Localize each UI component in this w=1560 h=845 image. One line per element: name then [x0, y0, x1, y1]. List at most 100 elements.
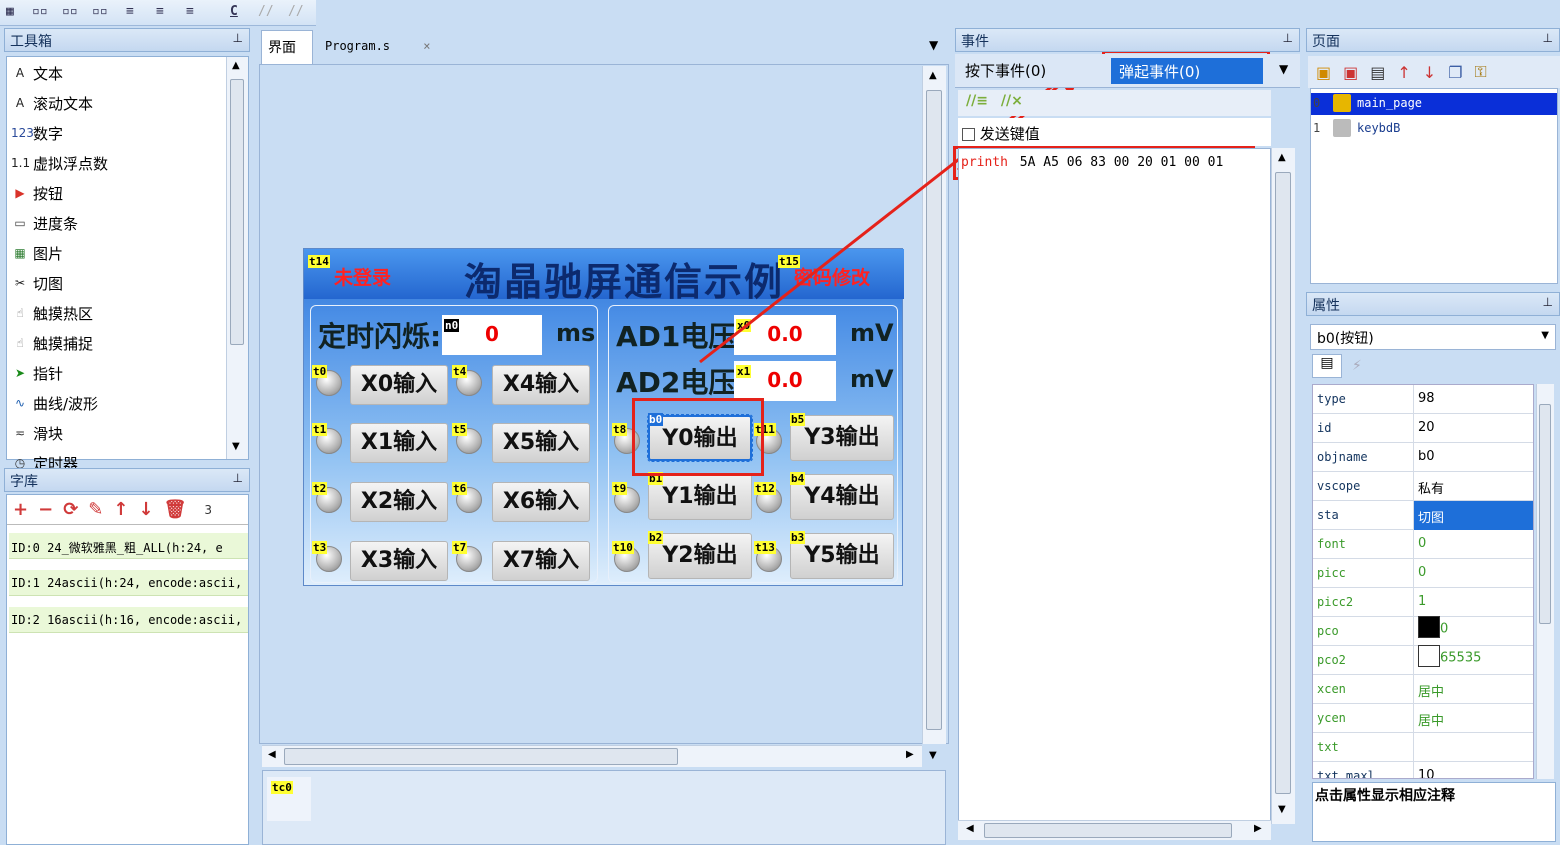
scroll-right-icon[interactable]: ▶ — [906, 749, 914, 760]
property-row-id[interactable]: id 20 — [1313, 414, 1533, 443]
font-row[interactable]: ID:1 24ascii(h:24, encode:ascii, — [9, 570, 248, 596]
align-center-icon[interactable]: ▫▫ — [62, 4, 78, 19]
toolbox-vscroll[interactable]: ▲ ▼ — [226, 57, 248, 459]
toolbox-item-10[interactable]: ➤ 指针 — [11, 359, 63, 387]
code-vscroll[interactable]: ▲ ▼ — [1271, 148, 1295, 824]
align-top-icon[interactable]: ≡ — [126, 4, 134, 19]
property-row-pco2[interactable]: pco2 65535 — [1313, 645, 1533, 675]
chevron-down-icon[interactable]: ▼ — [1541, 330, 1549, 341]
input-button-x5[interactable]: X5输入 — [492, 423, 590, 463]
canvas-hscroll[interactable]: ◀ ▶ — [262, 745, 922, 767]
add-page-icon[interactable]: ▣ — [1316, 63, 1331, 82]
tab-program[interactable]: Program.s × — [319, 30, 437, 64]
toolbox-item-9[interactable]: ☝ 触摸捕捉 — [11, 329, 93, 357]
align-left-icon[interactable]: ▫▫ — [32, 4, 48, 19]
tab-screen[interactable]: 界面 — [261, 30, 313, 64]
input-button-x3[interactable]: X3输入 — [350, 541, 448, 581]
add-icon[interactable]: + — [13, 499, 28, 520]
toolbox-item-6[interactable]: ▦ 图片 — [11, 239, 63, 267]
toolbox-item-5[interactable]: ▭ 进度条 — [11, 209, 78, 237]
scroll-down-icon[interactable]: ▼ — [1278, 804, 1286, 815]
toolbox-item-2[interactable]: 123 数字 — [11, 119, 63, 147]
move-up-icon[interactable]: ↑ — [1397, 63, 1410, 82]
uncomment-icon[interactable]: //× — [1001, 93, 1023, 109]
properties-events-icon[interactable]: ⚡ — [1352, 358, 1362, 374]
toolbox-item-8[interactable]: ☝ 触摸热区 — [11, 299, 93, 327]
remove-icon[interactable]: − — [38, 499, 53, 520]
copy-page-icon[interactable]: ❐ — [1448, 63, 1462, 82]
delete-page-icon[interactable]: ▣ — [1343, 63, 1358, 82]
input-button-x1[interactable]: X1输入 — [350, 423, 448, 463]
chevron-down-icon[interactable]: ▼ — [1279, 62, 1288, 76]
move-down-icon[interactable]: ↓ — [1423, 63, 1436, 82]
scroll-up-icon[interactable]: ▲ — [232, 60, 240, 71]
output-button-y2[interactable]: Y2输出 — [648, 533, 752, 579]
align-middle-icon[interactable]: ≡ — [156, 4, 164, 19]
property-row-picc2[interactable]: picc2 1 — [1313, 588, 1533, 617]
chevron-down-icon[interactable]: ▼ — [929, 38, 938, 52]
code-hscroll[interactable]: ◀ ▶ — [958, 820, 1271, 840]
pin-icon[interactable]: ⊥ — [1283, 31, 1293, 45]
hscroll-thumb[interactable] — [984, 823, 1232, 838]
input-button-x6[interactable]: X6输入 — [492, 482, 590, 522]
input-button-x0[interactable]: X0输入 — [350, 365, 448, 405]
c-icon[interactable]: C — [230, 4, 238, 19]
send-key-checkbox[interactable] — [962, 128, 975, 141]
input-button-x4[interactable]: X4输入 — [492, 365, 590, 405]
toolbox-item-7[interactable]: ✂ 切图 — [11, 269, 63, 297]
scroll-thumb[interactable] — [926, 90, 942, 730]
property-row-xcen[interactable]: xcen 居中 — [1313, 675, 1533, 704]
property-row-type[interactable]: type 98 — [1313, 385, 1533, 414]
scroll-left-icon[interactable]: ◀ — [268, 749, 276, 760]
uncomment-icon[interactable]: // — [288, 4, 304, 19]
comment-icon[interactable]: // — [258, 4, 274, 19]
scroll-up-icon[interactable]: ▲ — [1278, 152, 1286, 163]
pin-icon[interactable]: ⊥ — [233, 471, 243, 485]
scroll-thumb[interactable] — [1539, 404, 1551, 624]
property-row-ycen[interactable]: ycen 居中 — [1313, 704, 1533, 733]
output-button-y1[interactable]: Y1输出 — [648, 474, 752, 520]
edit-icon[interactable]: ✎ — [88, 499, 103, 520]
toolbox-item-4[interactable]: ▶ 按钮 — [11, 179, 63, 207]
font-row[interactable]: ID:0 24_微软雅黑_粗_ALL(h:24, e — [9, 533, 248, 559]
login-status[interactable]: 未登录 — [334, 263, 391, 290]
close-icon[interactable]: × — [423, 39, 430, 53]
toolbox-item-11[interactable]: ∿ 曲线/波形 — [11, 389, 98, 417]
toolbox-item-3[interactable]: 1.1 虚拟浮点数 — [11, 149, 108, 177]
property-row-sta[interactable]: sta 切图 — [1313, 501, 1533, 530]
timer-tc0[interactable]: tc0 — [267, 777, 311, 821]
toolbox-item-0[interactable]: A 文本 — [11, 59, 63, 87]
grid-icon[interactable]: ▦ — [6, 4, 14, 19]
up-arrow-icon[interactable]: ↑ — [113, 499, 128, 520]
align-right-icon[interactable]: ▫▫ — [92, 4, 108, 19]
property-row-picc[interactable]: picc 0 — [1313, 559, 1533, 588]
scroll-down-icon[interactable]: ▼ — [929, 750, 937, 761]
page-item[interactable]: 0 main_page — [1311, 93, 1557, 115]
delete-icon[interactable]: 🗑 — [164, 499, 187, 520]
output-button-y5[interactable]: Y5输出 — [790, 533, 894, 579]
insert-page-icon[interactable]: ▤ — [1370, 63, 1385, 82]
font-row[interactable]: ID:2 16ascii(h:16, encode:ascii, — [9, 607, 248, 633]
property-row-txt[interactable]: txt — [1313, 733, 1533, 762]
property-row-pco[interactable]: pco 0 — [1313, 616, 1533, 646]
tab-release-event[interactable]: 弹起事件(0) — [1111, 58, 1263, 84]
toolbox-item-1[interactable]: A 滚动文本 — [11, 89, 93, 117]
align-bottom-icon[interactable]: ≡ — [186, 4, 194, 19]
output-button-y3[interactable]: Y3输出 — [790, 415, 894, 461]
property-row-objname[interactable]: objname b0 — [1313, 443, 1533, 472]
object-selector[interactable]: b0(按钮) ▼ — [1310, 324, 1556, 350]
scroll-down-icon[interactable]: ▼ — [232, 441, 240, 452]
pin-icon[interactable]: ⊥ — [1543, 31, 1553, 45]
pin-icon[interactable]: ⊥ — [233, 31, 243, 45]
scroll-thumb[interactable] — [1275, 172, 1291, 794]
hscroll-thumb[interactable] — [284, 748, 678, 765]
props-vscroll[interactable] — [1536, 384, 1554, 779]
page-item[interactable]: 1 keybdB — [1311, 118, 1557, 140]
toolbox-item-12[interactable]: ≂ 滑块 — [11, 419, 63, 447]
refresh-icon[interactable]: ⟳ — [63, 499, 78, 520]
code-editor[interactable]: printh 5A A5 06 83 00 20 01 00 01 — [958, 148, 1271, 838]
input-button-x2[interactable]: X2输入 — [350, 482, 448, 522]
property-row-txt_maxl[interactable]: txt_maxl 10 — [1313, 762, 1533, 778]
tab-press-event[interactable]: 按下事件(0) — [965, 60, 1046, 81]
properties-grid-icon[interactable]: ▤ — [1312, 354, 1342, 378]
